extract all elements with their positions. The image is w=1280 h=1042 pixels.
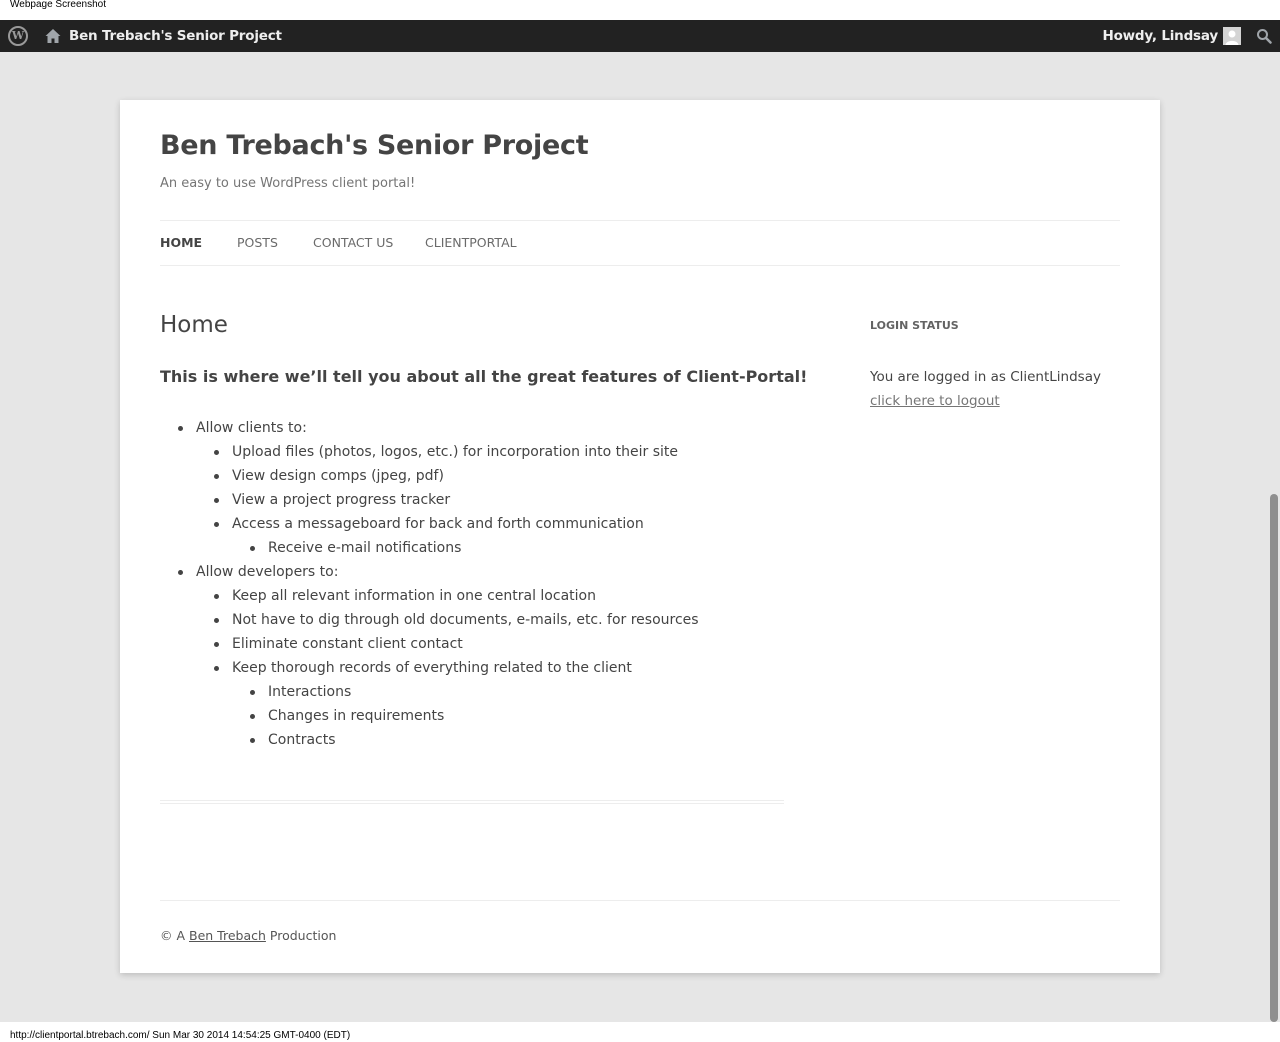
capture-url-timestamp: http://clientportal.btrebach.com/ Sun Ma… (10, 1030, 351, 1041)
list-item: View a project progress tracker (214, 488, 699, 512)
content-divider (160, 800, 784, 804)
intro-heading: This is where we’ll tell you about all t… (160, 367, 808, 386)
developer-feature-list: Keep all relevant information in one cen… (214, 584, 699, 752)
records-sublist: Interactions Changes in requirements Con… (250, 680, 699, 752)
admin-bar: W Ben Trebach's Senior Project Howdy, Li… (0, 20, 1280, 52)
logout-link[interactable]: click here to logout (870, 389, 1000, 413)
list-item: Allow clients to: (178, 416, 699, 440)
footer-prefix: © A (160, 928, 186, 943)
list-item: Allow developers to: (178, 560, 699, 584)
list-item: Upload files (photos, logos, etc.) for i… (214, 440, 699, 464)
footer-divider (160, 900, 1120, 901)
page-title: Home (160, 312, 228, 338)
site-footer: © A Ben Trebach Production (160, 928, 336, 943)
site-container: Ben Trebach's Senior Project An easy to … (120, 100, 1160, 973)
footer-suffix: Production (269, 928, 337, 943)
main-navigation: HOME POSTS CONTACT US CLIENTPORTAL (160, 220, 1120, 266)
site-description: An easy to use WordPress client portal! (160, 176, 416, 191)
admin-bar-howdy[interactable]: Howdy, Lindsay (1102, 20, 1218, 52)
list-item: Contracts (250, 728, 699, 752)
admin-bar-site-name[interactable]: Ben Trebach's Senior Project (69, 20, 282, 52)
client-feature-list: Upload files (photos, logos, etc.) for i… (214, 440, 699, 560)
browser-viewport: W Ben Trebach's Senior Project Howdy, Li… (0, 20, 1280, 1022)
list-item: View design comps (jpeg, pdf) (214, 464, 699, 488)
search-icon[interactable] (1256, 28, 1272, 44)
login-status-text: You are logged in as ClientLindsay (870, 369, 1101, 385)
footer-author-link[interactable]: Ben Trebach (189, 928, 266, 943)
scrollbar-thumb[interactable] (1270, 494, 1278, 1022)
messageboard-sublist: Receive e-mail notifications (250, 536, 699, 560)
nav-posts[interactable]: POSTS (237, 221, 278, 265)
nav-home[interactable]: HOME (160, 221, 202, 265)
list-item: Access a messageboard for back and forth… (214, 512, 699, 536)
list-item: Eliminate constant client contact (214, 632, 699, 656)
widget-title: LOGIN STATUS (870, 319, 959, 332)
list-item: Changes in requirements (250, 704, 699, 728)
site-title[interactable]: Ben Trebach's Senior Project (160, 130, 589, 161)
feature-list: Allow clients to: Upload files (photos, … (178, 416, 699, 752)
wordpress-logo-icon[interactable]: W (8, 26, 28, 46)
nav-clientportal[interactable]: CLIENTPORTAL (425, 221, 517, 265)
home-icon[interactable] (44, 27, 62, 45)
list-item: Interactions (250, 680, 699, 704)
list-item: Keep all relevant information in one cen… (214, 584, 699, 608)
list-item: Keep thorough records of everything rela… (214, 656, 699, 680)
list-item: Not have to dig through old documents, e… (214, 608, 699, 632)
nav-contact-us[interactable]: CONTACT US (313, 221, 393, 265)
capture-label: Webpage Screenshot (10, 0, 106, 10)
avatar-icon[interactable] (1223, 27, 1241, 45)
list-item: Receive e-mail notifications (250, 536, 699, 560)
